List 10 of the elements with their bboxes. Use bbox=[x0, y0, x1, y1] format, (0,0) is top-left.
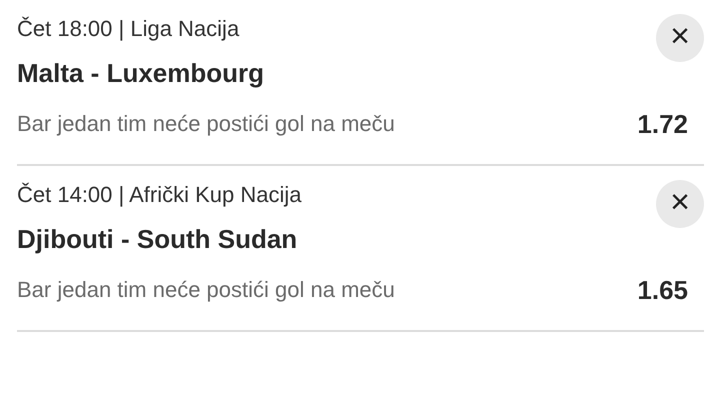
close-button[interactable]: × bbox=[656, 14, 704, 62]
match-title: Djibouti - South Sudan bbox=[17, 224, 298, 256]
close-button[interactable]: × bbox=[656, 180, 704, 228]
match-time-league: Čet 14:00 | Afrički Kup Nacija bbox=[17, 182, 302, 208]
match-title: Malta - Luxembourg bbox=[17, 58, 266, 90]
odds-value: 1.72 bbox=[637, 108, 688, 142]
odds-value: 1.65 bbox=[637, 274, 688, 308]
market-label: Bar jedan tim neće postići gol na meču bbox=[17, 111, 395, 138]
match-time-league: Čet 18:00 | Liga Nacija bbox=[17, 16, 240, 42]
market-label: Bar jedan tim neće postići gol na meču bbox=[17, 277, 395, 304]
